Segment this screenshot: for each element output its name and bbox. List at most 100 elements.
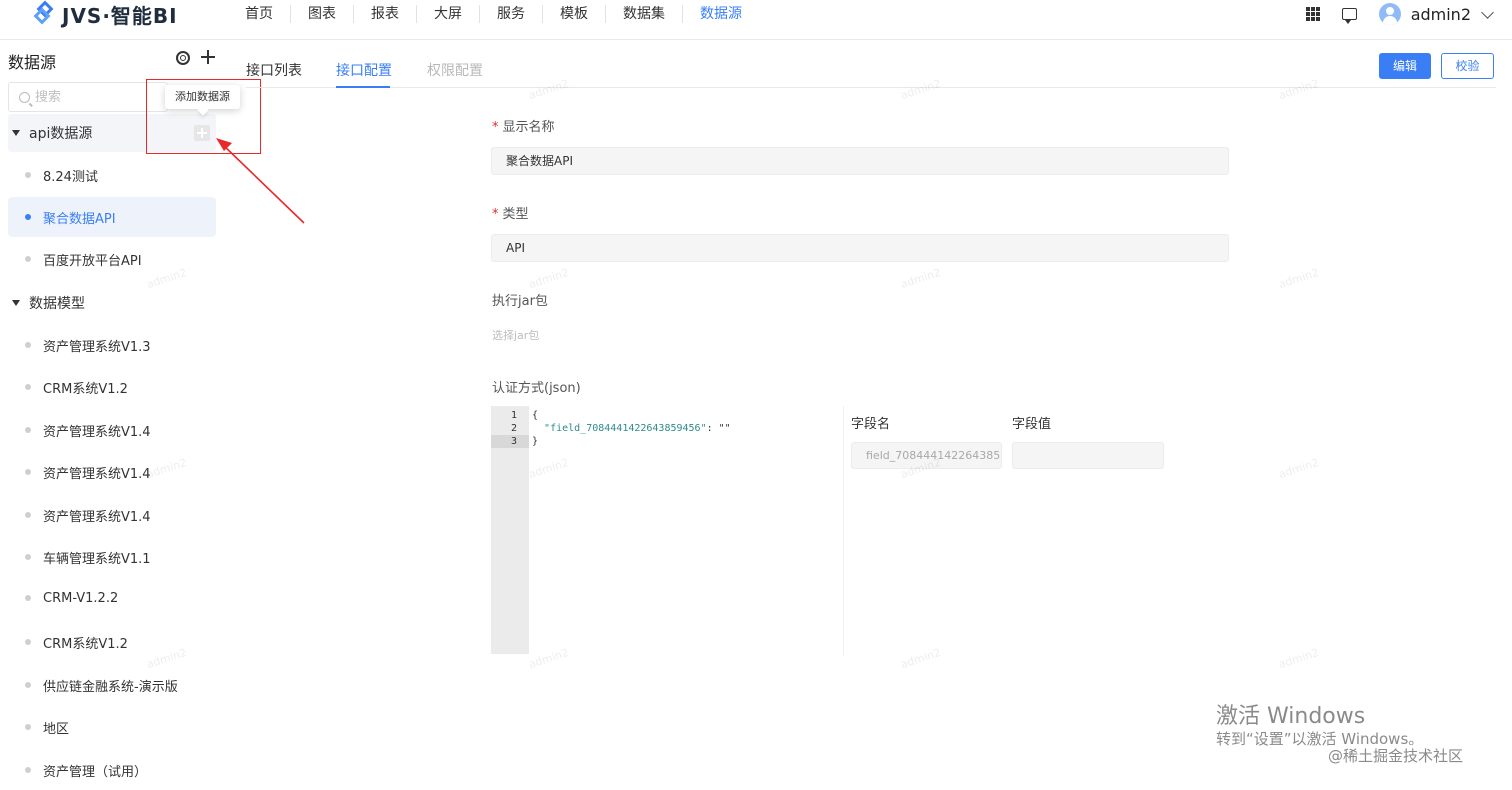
code-line: } — [532, 436, 539, 447]
avatar[interactable] — [1378, 3, 1401, 25]
display-name-field[interactable]: 聚合数据API — [491, 147, 1229, 175]
nav-item-home[interactable]: 首页 — [228, 5, 291, 23]
column-divider — [843, 406, 844, 656]
jar-label: 执行jar包 — [492, 294, 548, 309]
edit-button[interactable]: 编辑 — [1379, 53, 1431, 79]
tree-item-label: 资产管理系统V1.4 — [43, 424, 151, 440]
tree-item-label: 聚合数据API — [43, 211, 116, 227]
tab-permission-config[interactable]: 权限配置 — [427, 60, 483, 80]
display-name-label: * 显示名称 — [492, 120, 555, 135]
settings-icon[interactable] — [176, 51, 190, 65]
logo[interactable]: JVS·智能BI — [33, 0, 178, 28]
watermark: admin2 — [527, 265, 571, 292]
sidebar-title: 数据源 — [8, 53, 57, 72]
tree-item-active[interactable]: 聚合数据API — [8, 197, 216, 237]
tree-item[interactable]: 资产管理系统V1.3 — [8, 325, 216, 365]
tree-group-models[interactable]: 数据模型 — [8, 284, 216, 322]
message-icon[interactable] — [1341, 8, 1357, 24]
bullet-icon — [25, 469, 31, 475]
tree-item-label: 百度开放平台API — [43, 253, 142, 269]
logo-icon — [33, 0, 56, 25]
nav-item-datasets[interactable]: 数据集 — [606, 5, 683, 23]
tree-group-label: api数据源 — [29, 126, 93, 142]
caret-down-icon[interactable] — [12, 130, 20, 136]
tree-item[interactable]: 供应链金融系统-演示版 — [8, 665, 216, 705]
tree-item[interactable]: CRM-V1.2.2 — [8, 578, 216, 618]
nav-item-reports[interactable]: 报表 — [354, 5, 417, 23]
top-navbar: JVS·智能BI 首页 图表 报表 大屏 服务 模板 数据集 数据源 admin… — [0, 0, 1512, 40]
watermark: admin2 — [899, 265, 943, 292]
chevron-down-icon[interactable] — [1481, 5, 1494, 19]
field-value-header: 字段值 — [1012, 417, 1052, 432]
bullet-icon — [25, 384, 31, 390]
annotation-arrow-icon — [216, 138, 305, 224]
bullet-icon — [25, 554, 31, 560]
search-icon — [19, 92, 30, 103]
tree-item-label: CRM系统V1.2 — [43, 381, 128, 397]
tree-item-label: 地区 — [43, 721, 70, 737]
top-right-tools: admin2 — [1305, 0, 1494, 28]
nav-item-charts[interactable]: 图表 — [291, 5, 354, 23]
add-icon[interactable] — [201, 50, 215, 64]
active-tab-indicator — [336, 86, 390, 88]
tree-item[interactable]: 资产管理（试用） — [8, 750, 216, 790]
nav-item-templates[interactable]: 模板 — [543, 5, 606, 23]
line-number: 2 — [510, 423, 517, 434]
watermark: admin2 — [1277, 645, 1321, 672]
tree-item[interactable]: 资产管理系统V1.4 — [8, 495, 216, 535]
tree-item[interactable]: CRM系统V1.2 — [8, 622, 216, 662]
bullet-icon — [25, 767, 31, 773]
nav-item-services[interactable]: 服务 — [480, 5, 543, 23]
search-box — [8, 82, 168, 112]
bullet-icon — [25, 342, 31, 348]
bullet-icon — [25, 512, 31, 518]
windows-activation-title: 激活 Windows — [1216, 704, 1366, 729]
tree-item-label: CRM系统V1.2 — [43, 636, 128, 652]
field-name-header: 字段名 — [851, 417, 891, 432]
tree-item[interactable]: 8.24测试 — [8, 155, 216, 195]
search-input[interactable] — [35, 87, 155, 107]
code-line: { — [532, 410, 539, 421]
apps-grid-icon[interactable] — [1305, 7, 1320, 21]
verify-button[interactable]: 校验 — [1441, 53, 1494, 79]
auth-label: 认证方式(json) — [492, 381, 581, 396]
bullet-icon — [25, 214, 31, 220]
line-number: 3 — [491, 435, 529, 448]
bullet-icon — [25, 427, 31, 433]
main-nav: 首页 图表 报表 大屏 服务 模板 数据集 数据源 — [228, 0, 759, 28]
tree-item-label: 车辆管理系统V1.1 — [43, 551, 151, 567]
nav-item-bigscreen[interactable]: 大屏 — [417, 5, 480, 23]
field-value-input[interactable] — [1012, 442, 1164, 469]
bullet-icon — [25, 682, 31, 688]
source-credit: @稀土掘金技术社区 — [1328, 745, 1464, 766]
bullet-icon — [25, 172, 31, 178]
field-name-input[interactable]: field_708444142264385 — [851, 442, 1002, 469]
tree-item[interactable]: 车辆管理系统V1.1 — [8, 537, 216, 577]
caret-down-icon[interactable] — [12, 300, 20, 306]
tree-item[interactable]: 资产管理系统V1.4 — [8, 410, 216, 450]
watermark: admin2 — [1277, 265, 1321, 292]
tree-item[interactable]: 资产管理系统V1.4 — [8, 452, 216, 492]
tree-item-label: 资产管理系统V1.4 — [43, 466, 151, 482]
tree-item[interactable]: CRM系统V1.2 — [8, 367, 216, 407]
tab-interface-config[interactable]: 接口配置 — [336, 60, 392, 80]
tree-item-label: CRM-V1.2.2 — [43, 590, 119, 606]
tree-item-label: 资产管理（试用） — [43, 764, 148, 780]
tree-item-label: 资产管理系统V1.3 — [43, 339, 151, 355]
json-editor[interactable]: 1 2 3 { "field_7084441422643859456": "" … — [491, 406, 843, 654]
tree-item[interactable]: 地区 — [8, 707, 216, 747]
tree-group-label: 数据模型 — [29, 296, 85, 312]
tab-bar: 接口列表 接口配置 权限配置 — [246, 41, 1496, 88]
bullet-icon — [25, 256, 31, 262]
jar-select[interactable]: 选择jar包 — [492, 327, 539, 343]
type-field[interactable]: API — [491, 234, 1229, 262]
tree-item-label: 8.24测试 — [43, 169, 98, 185]
tree-item[interactable]: 百度开放平台API — [8, 239, 216, 279]
logo-text: JVS·智能BI — [62, 3, 178, 28]
username[interactable]: admin2 — [1411, 5, 1471, 24]
code-line: "field_7084441422643859456": "" — [544, 423, 731, 434]
nav-item-datasources[interactable]: 数据源 — [683, 5, 759, 23]
tree-item-label: 资产管理系统V1.4 — [43, 509, 151, 525]
tab-interface-list[interactable]: 接口列表 — [246, 60, 302, 80]
watermark: admin2 — [1277, 455, 1321, 482]
